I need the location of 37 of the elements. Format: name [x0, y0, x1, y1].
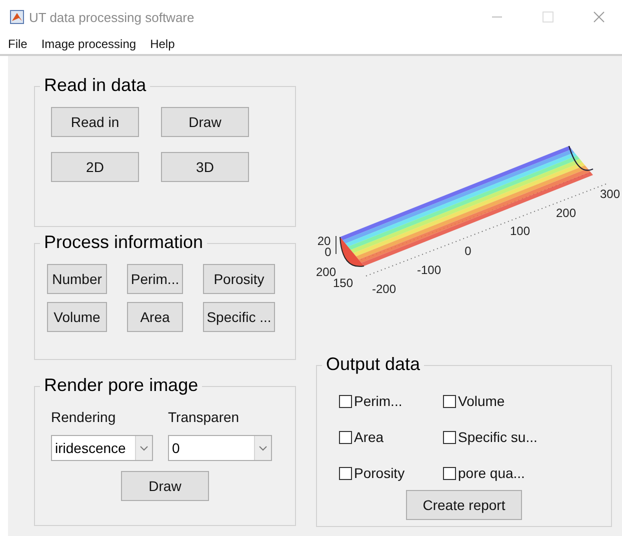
action-button[interactable]: Read in [51, 107, 139, 137]
checkbox[interactable]: Perim... [339, 390, 443, 412]
axis-tick-label: 100 [510, 224, 530, 238]
field-label: Transparen [168, 409, 240, 425]
action-button[interactable]: Specific ... [203, 302, 275, 332]
field-label: Rendering [51, 409, 117, 425]
window-title: UT data processing software [29, 10, 196, 24]
checkbox[interactable]: pore qua... [443, 462, 563, 484]
action-button[interactable]: 2D [51, 152, 139, 182]
checkbox[interactable]: Volume [443, 390, 563, 412]
axis-tick-label: -200 [372, 282, 396, 296]
draw-button[interactable]: Draw [121, 471, 209, 501]
panel-title: Render pore image [40, 375, 202, 396]
app-logo-icon [10, 10, 24, 24]
chevron-down-icon [140, 446, 148, 450]
action-button[interactable]: Area [127, 302, 183, 332]
dropdown[interactable]: 0 [168, 435, 272, 461]
action-button[interactable]: Perim... [127, 264, 183, 294]
dropdown[interactable]: iridescence [51, 435, 153, 461]
action-button[interactable]: Volume [47, 302, 107, 332]
checkbox[interactable]: Porosity [339, 462, 443, 484]
create-report-button[interactable]: Create report [406, 490, 522, 520]
axis-tick-label: 200 [556, 206, 576, 220]
axis-tick-label: -100 [416, 263, 442, 278]
checkbox[interactable]: Specific su... [443, 426, 563, 448]
menu-item[interactable]: Help [150, 37, 175, 51]
action-button[interactable]: 3D [161, 152, 249, 182]
checkbox[interactable]: Area [339, 426, 443, 448]
axis-tick-label: 0 [464, 244, 472, 258]
action-button[interactable]: Porosity [203, 264, 275, 294]
axis-tick-label: 300 [600, 187, 620, 202]
action-button[interactable]: Number [47, 264, 107, 294]
chevron-down-icon [259, 446, 267, 450]
panel-title: Output data [322, 354, 424, 375]
action-button[interactable]: Draw [161, 107, 249, 137]
menu-item[interactable]: Image processing [41, 37, 136, 51]
menu-item[interactable]: File [8, 37, 28, 51]
